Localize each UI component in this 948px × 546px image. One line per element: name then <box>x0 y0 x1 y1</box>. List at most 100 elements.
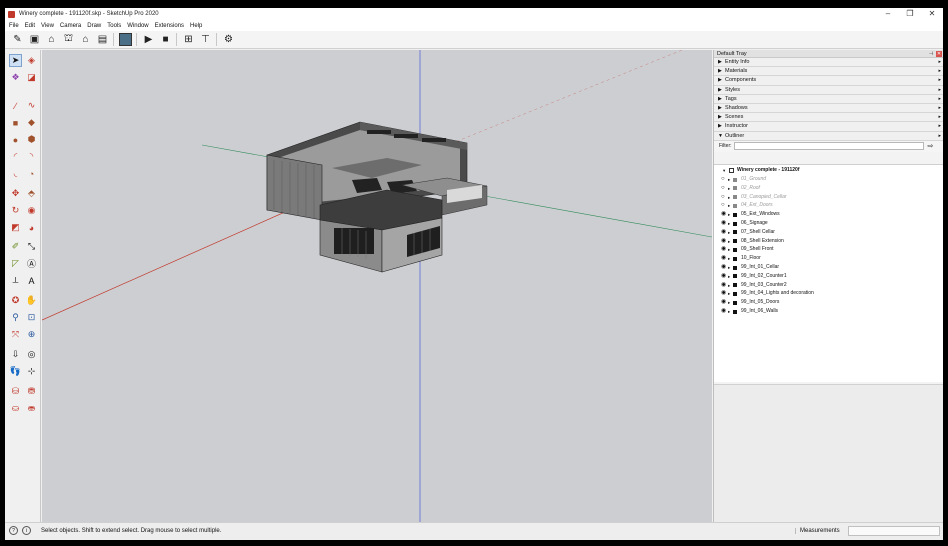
eye-hidden-icon[interactable]: ○ <box>721 175 725 184</box>
zoom-window-icon[interactable]: ⊡ <box>25 311 38 324</box>
tray-close-icon[interactable]: ✕ <box>936 51 942 57</box>
outliner-item[interactable]: ○ ▸ 03_Canopied_Cellar <box>714 193 943 202</box>
panel-components[interactable]: ▶ Components ▸ <box>714 76 943 86</box>
pie-icon[interactable]: ◔ <box>25 167 38 180</box>
winery-building-model[interactable] <box>266 121 488 273</box>
outliner-item[interactable]: ◉ ▸ 05_Ext_Windows <box>714 210 943 219</box>
panel-menu-icon[interactable]: ▸ <box>938 58 941 67</box>
close-button[interactable]: ✕ <box>921 8 943 20</box>
share-component-icon[interactable]: ⛀ <box>9 402 22 415</box>
scale-icon[interactable]: ◩ <box>9 221 22 234</box>
outliner-item[interactable]: ◉ ▸ 08_Shell Extension <box>714 237 943 246</box>
move-icon[interactable]: ✥ <box>9 187 22 200</box>
menu-draw[interactable]: Draw <box>87 23 101 29</box>
expand-caret-icon[interactable]: ▸ <box>728 228 730 237</box>
axes-icon[interactable]: ⟂ <box>9 274 22 287</box>
panel-tags[interactable]: ▶ Tags ▸ <box>714 94 943 104</box>
panel-materials[interactable]: ▶ Materials ▸ <box>714 67 943 77</box>
minimize-button[interactable]: – <box>877 8 899 20</box>
zoom-previous-icon[interactable]: ⊕ <box>25 328 38 341</box>
expand-caret-icon[interactable]: ▸ <box>728 237 730 246</box>
eye-visible-icon[interactable]: ◉ <box>721 228 726 237</box>
scene-thumbnail-icon[interactable] <box>119 33 132 46</box>
measurements-input[interactable] <box>848 526 940 536</box>
outliner-item[interactable]: ○ ▸ 02_Roof <box>714 184 943 193</box>
geo-location-icon[interactable]: ? <box>9 526 18 535</box>
panel-menu-icon[interactable]: ▸ <box>938 122 941 131</box>
eye-visible-icon[interactable]: ◉ <box>721 289 726 298</box>
home-icon[interactable]: ⌂ <box>45 33 58 46</box>
menu-extensions[interactable]: Extensions <box>155 23 184 29</box>
protractor-icon[interactable]: ◸ <box>9 257 22 270</box>
extension-manager-icon[interactable]: ⛂ <box>25 402 38 415</box>
outliner-item[interactable]: ◉ ▸ 99_Int_04_Lights and decoration <box>714 289 943 298</box>
paint-bucket-icon[interactable]: ◈ <box>25 54 38 67</box>
panel-outliner[interactable]: ▼ Outliner ▸ <box>714 131 943 141</box>
panel-menu-icon[interactable]: ▸ <box>938 113 941 122</box>
outliner-item[interactable]: ◉ ▸ 99_Int_03_Counter2 <box>714 281 943 290</box>
outliner-item[interactable]: ◉ ▸ 09_Shell Front <box>714 245 943 254</box>
outliner-item[interactable]: ◉ ▸ 99_Int_01_Cellar <box>714 263 943 272</box>
play-icon[interactable]: ▶ <box>142 33 155 46</box>
make-component-icon[interactable]: ❖ <box>9 71 22 84</box>
eye-hidden-icon[interactable]: ○ <box>721 193 725 202</box>
panel-instructor[interactable]: ▶ Instructor ▸ <box>714 122 943 132</box>
outliner-options-icon[interactable]: ⇨ <box>928 142 934 150</box>
eye-hidden-icon[interactable]: ○ <box>721 201 725 210</box>
zoom-icon[interactable]: ⚲ <box>9 311 22 324</box>
menu-view[interactable]: View <box>41 23 54 29</box>
eye-visible-icon[interactable]: ◉ <box>721 272 726 281</box>
outliner-item[interactable]: ○ ▸ 01_Ground <box>714 175 943 184</box>
three-point-arc-icon[interactable]: ◟ <box>9 167 22 180</box>
eye-visible-icon[interactable]: ◉ <box>721 263 726 272</box>
outliner-item[interactable]: ○ ▸ 04_Ext_Doors <box>714 201 943 210</box>
sandbox-icon[interactable]: ⊞ <box>182 33 195 46</box>
zoom-extents-icon[interactable]: ⤧ <box>9 328 22 341</box>
pin-icon[interactable]: ⊣ <box>928 51 934 57</box>
tape-measure-icon[interactable]: ✐ <box>9 240 22 253</box>
rectangle-icon[interactable]: ■ <box>9 116 22 129</box>
eye-hidden-icon[interactable]: ○ <box>721 184 725 193</box>
two-point-arc-icon[interactable]: ◝ <box>25 150 38 163</box>
outliner-item[interactable]: ◉ ▸ 99_Int_05_Doors <box>714 298 943 307</box>
expand-caret-icon[interactable]: ▸ <box>728 210 730 219</box>
3d-text-icon[interactable]: A <box>25 274 38 287</box>
eye-visible-icon[interactable]: ◉ <box>721 245 726 254</box>
panel-styles[interactable]: ▶ Styles ▸ <box>714 85 943 95</box>
panel-menu-icon[interactable]: ▸ <box>938 95 941 104</box>
pan-icon[interactable]: ✋ <box>25 294 38 307</box>
eye-visible-icon[interactable]: ◉ <box>721 254 726 263</box>
stamp-icon[interactable]: ⊤ <box>199 33 212 46</box>
expand-caret-icon[interactable]: ▸ <box>728 263 730 272</box>
warehouse-icon[interactable]: ⛫ <box>62 33 75 46</box>
outliner-item[interactable]: ◉ ▸ 10_Floor <box>714 254 943 263</box>
line-icon[interactable]: ∕ <box>9 99 22 112</box>
outliner-item[interactable]: ◉ ▸ 07_Shell Cellar <box>714 228 943 237</box>
text-icon[interactable]: Ⓐ <box>25 257 38 270</box>
offset-icon[interactable]: ◕ <box>25 221 38 234</box>
eye-visible-icon[interactable]: ◉ <box>721 281 726 290</box>
eye-visible-icon[interactable]: ◉ <box>721 307 726 316</box>
menu-camera[interactable]: Camera <box>60 23 81 29</box>
expand-caret-icon[interactable]: ▸ <box>728 245 730 254</box>
outliner-root[interactable]: ▾ Winery complete - 191120f <box>714 166 943 175</box>
expand-caret-icon[interactable]: ▸ <box>728 281 730 290</box>
maximize-button[interactable]: ❐ <box>899 8 921 20</box>
circle-icon[interactable]: ● <box>9 133 22 146</box>
panel-menu-icon[interactable]: ▸ <box>938 76 941 85</box>
arc-icon[interactable]: ◜ <box>9 150 22 163</box>
panel-shadows[interactable]: ▶ Shadows ▸ <box>714 103 943 114</box>
3d-model-viewport[interactable] <box>42 50 712 522</box>
follow-me-icon[interactable]: ◉ <box>25 204 38 217</box>
gear-icon[interactable]: ⚙ <box>222 33 235 46</box>
warehouse-share-icon[interactable]: ⛁ <box>9 385 22 398</box>
eraser-icon[interactable]: ◪ <box>25 71 38 84</box>
outliner-item[interactable]: ◉ ▸ 99_Int_02_Counter1 <box>714 272 943 281</box>
menu-edit[interactable]: Edit <box>25 23 35 29</box>
expand-caret-icon[interactable]: ▸ <box>728 201 730 210</box>
position-camera-icon[interactable]: ⇩ <box>9 348 22 361</box>
panel-menu-icon[interactable]: ▸ <box>938 104 941 113</box>
storage-icon[interactable]: ▤ <box>96 33 109 46</box>
pencil-paper-icon[interactable]: ✎ <box>11 33 24 46</box>
expand-caret-icon[interactable]: ▸ <box>728 272 730 281</box>
